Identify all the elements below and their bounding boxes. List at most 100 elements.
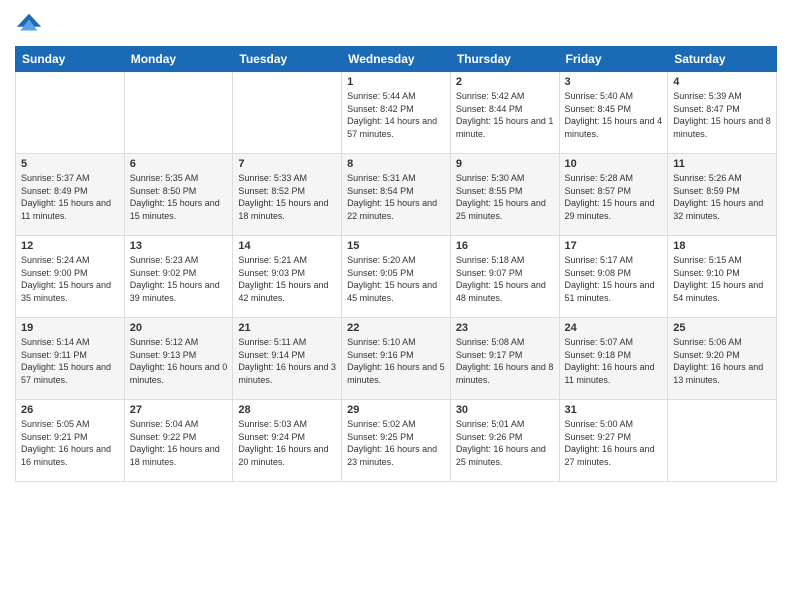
day-number: 25 <box>673 322 771 334</box>
day-number: 17 <box>565 240 663 252</box>
day-number: 18 <box>673 240 771 252</box>
calendar-cell: 6Sunrise: 5:35 AM Sunset: 8:50 PM Daylig… <box>124 154 233 236</box>
calendar-cell: 25 Sunrise: 5:06 AM Sunset: 9:20 PM Dayli… <box>668 318 777 400</box>
day-number: 16 <box>456 240 554 252</box>
calendar-cell: 19Sunrise: 5:14 AM Sunset: 9:11 PM Dayli… <box>16 318 125 400</box>
day-info: Sunrise: 5:30 AM Sunset: 8:55 PM Dayligh… <box>456 172 554 222</box>
calendar-cell: 2 Sunrise: 5:42 AM Sunset: 8:44 PM Daylig… <box>450 72 559 154</box>
calendar-cell: 10 Sunrise: 5:28 AM Sunset: 8:57 PM Dayli… <box>559 154 668 236</box>
day-number: 21 <box>238 322 336 334</box>
day-number: 2 <box>456 76 554 88</box>
calendar-header-wednesday: Wednesday <box>342 47 451 72</box>
day-info: Sunrise: 5:10 AM Sunset: 9:16 PM Dayligh… <box>347 336 445 386</box>
day-number: 6 <box>130 158 228 170</box>
calendar-cell: 31 Sunrise: 5:00 AM Sunset: 9:27 PM Dayli… <box>559 400 668 482</box>
day-number: 15 <box>347 240 445 252</box>
day-info: Sunrise: 5:06 AM Sunset: 9:20 PM Dayligh… <box>673 336 771 386</box>
calendar-cell: 13 Sunrise: 5:23 AM Sunset: 9:02 PM Dayli… <box>124 236 233 318</box>
day-number: 10 <box>565 158 663 170</box>
logo-icon <box>15 10 43 38</box>
calendar-week-row: 5Sunrise: 5:37 AM Sunset: 8:49 PM Daylig… <box>16 154 777 236</box>
day-number: 23 <box>456 322 554 334</box>
day-number: 12 <box>21 240 119 252</box>
header <box>15 10 777 38</box>
day-info: Sunrise: 5:42 AM Sunset: 8:44 PM Dayligh… <box>456 90 554 140</box>
calendar-cell: 7 Sunrise: 5:33 AM Sunset: 8:52 PM Daylig… <box>233 154 342 236</box>
calendar-week-row: 26 Sunrise: 5:05 AM Sunset: 9:21 PM Dayli… <box>16 400 777 482</box>
calendar-cell: 11 Sunrise: 5:26 AM Sunset: 8:59 PM Dayli… <box>668 154 777 236</box>
day-info: Sunrise: 5:05 AM Sunset: 9:21 PM Dayligh… <box>21 418 119 468</box>
day-info: Sunrise: 5:21 AM Sunset: 9:03 PM Dayligh… <box>238 254 336 304</box>
day-info: Sunrise: 5:00 AM Sunset: 9:27 PM Dayligh… <box>565 418 663 468</box>
day-number: 26 <box>21 404 119 416</box>
calendar-header-thursday: Thursday <box>450 47 559 72</box>
day-number: 22 <box>347 322 445 334</box>
calendar-cell: 3Sunrise: 5:40 AM Sunset: 8:45 PM Daylig… <box>559 72 668 154</box>
day-info: Sunrise: 5:20 AM Sunset: 9:05 PM Dayligh… <box>347 254 445 304</box>
day-number: 27 <box>130 404 228 416</box>
day-number: 7 <box>238 158 336 170</box>
calendar-cell <box>233 72 342 154</box>
calendar-cell <box>124 72 233 154</box>
day-info: Sunrise: 5:28 AM Sunset: 8:57 PM Dayligh… <box>565 172 663 222</box>
day-info: Sunrise: 5:44 AM Sunset: 8:42 PM Dayligh… <box>347 90 445 140</box>
calendar-cell: 12Sunrise: 5:24 AM Sunset: 9:00 PM Dayli… <box>16 236 125 318</box>
calendar-cell: 23 Sunrise: 5:08 AM Sunset: 9:17 PM Dayli… <box>450 318 559 400</box>
day-number: 9 <box>456 158 554 170</box>
calendar-cell: 16 Sunrise: 5:18 AM Sunset: 9:07 PM Dayli… <box>450 236 559 318</box>
calendar-header-saturday: Saturday <box>668 47 777 72</box>
calendar-header-sunday: Sunday <box>16 47 125 72</box>
day-number: 20 <box>130 322 228 334</box>
day-info: Sunrise: 5:04 AM Sunset: 9:22 PM Dayligh… <box>130 418 228 468</box>
calendar-cell: 9 Sunrise: 5:30 AM Sunset: 8:55 PM Daylig… <box>450 154 559 236</box>
calendar-header-friday: Friday <box>559 47 668 72</box>
day-number: 11 <box>673 158 771 170</box>
day-number: 28 <box>238 404 336 416</box>
day-info: Sunrise: 5:17 AM Sunset: 9:08 PM Dayligh… <box>565 254 663 304</box>
calendar-week-row: 12Sunrise: 5:24 AM Sunset: 9:00 PM Dayli… <box>16 236 777 318</box>
day-info: Sunrise: 5:15 AM Sunset: 9:10 PM Dayligh… <box>673 254 771 304</box>
day-info: Sunrise: 5:07 AM Sunset: 9:18 PM Dayligh… <box>565 336 663 386</box>
day-info: Sunrise: 5:12 AM Sunset: 9:13 PM Dayligh… <box>130 336 228 386</box>
day-info: Sunrise: 5:18 AM Sunset: 9:07 PM Dayligh… <box>456 254 554 304</box>
day-info: Sunrise: 5:23 AM Sunset: 9:02 PM Dayligh… <box>130 254 228 304</box>
day-number: 14 <box>238 240 336 252</box>
day-info: Sunrise: 5:33 AM Sunset: 8:52 PM Dayligh… <box>238 172 336 222</box>
day-info: Sunrise: 5:14 AM Sunset: 9:11 PM Dayligh… <box>21 336 119 386</box>
calendar-cell <box>668 400 777 482</box>
calendar-cell <box>16 72 125 154</box>
calendar-cell: 15 Sunrise: 5:20 AM Sunset: 9:05 PM Dayli… <box>342 236 451 318</box>
day-number: 31 <box>565 404 663 416</box>
calendar-cell: 17 Sunrise: 5:17 AM Sunset: 9:08 PM Dayli… <box>559 236 668 318</box>
calendar-cell: 26 Sunrise: 5:05 AM Sunset: 9:21 PM Dayli… <box>16 400 125 482</box>
calendar-table: SundayMondayTuesdayWednesdayThursdayFrid… <box>15 46 777 482</box>
calendar-cell: 1Sunrise: 5:44 AM Sunset: 8:42 PM Daylig… <box>342 72 451 154</box>
calendar-cell: 27 Sunrise: 5:04 AM Sunset: 9:22 PM Dayli… <box>124 400 233 482</box>
day-info: Sunrise: 5:40 AM Sunset: 8:45 PM Dayligh… <box>565 90 663 140</box>
day-number: 8 <box>347 158 445 170</box>
page: SundayMondayTuesdayWednesdayThursdayFrid… <box>0 0 792 612</box>
calendar-cell: 22 Sunrise: 5:10 AM Sunset: 9:16 PM Dayli… <box>342 318 451 400</box>
day-info: Sunrise: 5:01 AM Sunset: 9:26 PM Dayligh… <box>456 418 554 468</box>
day-info: Sunrise: 5:39 AM Sunset: 8:47 PM Dayligh… <box>673 90 771 140</box>
day-number: 29 <box>347 404 445 416</box>
day-number: 13 <box>130 240 228 252</box>
day-info: Sunrise: 5:08 AM Sunset: 9:17 PM Dayligh… <box>456 336 554 386</box>
calendar-cell: 29 Sunrise: 5:02 AM Sunset: 9:25 PM Dayli… <box>342 400 451 482</box>
day-info: Sunrise: 5:03 AM Sunset: 9:24 PM Dayligh… <box>238 418 336 468</box>
calendar-cell: 30Sunrise: 5:01 AM Sunset: 9:26 PM Dayli… <box>450 400 559 482</box>
day-info: Sunrise: 5:02 AM Sunset: 9:25 PM Dayligh… <box>347 418 445 468</box>
calendar-cell: 14 Sunrise: 5:21 AM Sunset: 9:03 PM Dayli… <box>233 236 342 318</box>
calendar-header-tuesday: Tuesday <box>233 47 342 72</box>
calendar-cell: 20 Sunrise: 5:12 AM Sunset: 9:13 PM Dayli… <box>124 318 233 400</box>
calendar-cell: 5Sunrise: 5:37 AM Sunset: 8:49 PM Daylig… <box>16 154 125 236</box>
calendar-cell: 28 Sunrise: 5:03 AM Sunset: 9:24 PM Dayli… <box>233 400 342 482</box>
day-info: Sunrise: 5:37 AM Sunset: 8:49 PM Dayligh… <box>21 172 119 222</box>
day-number: 24 <box>565 322 663 334</box>
calendar-cell: 21Sunrise: 5:11 AM Sunset: 9:14 PM Dayli… <box>233 318 342 400</box>
calendar-header-monday: Monday <box>124 47 233 72</box>
day-info: Sunrise: 5:31 AM Sunset: 8:54 PM Dayligh… <box>347 172 445 222</box>
calendar-week-row: 19Sunrise: 5:14 AM Sunset: 9:11 PM Dayli… <box>16 318 777 400</box>
calendar-header-row: SundayMondayTuesdayWednesdayThursdayFrid… <box>16 47 777 72</box>
day-info: Sunrise: 5:26 AM Sunset: 8:59 PM Dayligh… <box>673 172 771 222</box>
